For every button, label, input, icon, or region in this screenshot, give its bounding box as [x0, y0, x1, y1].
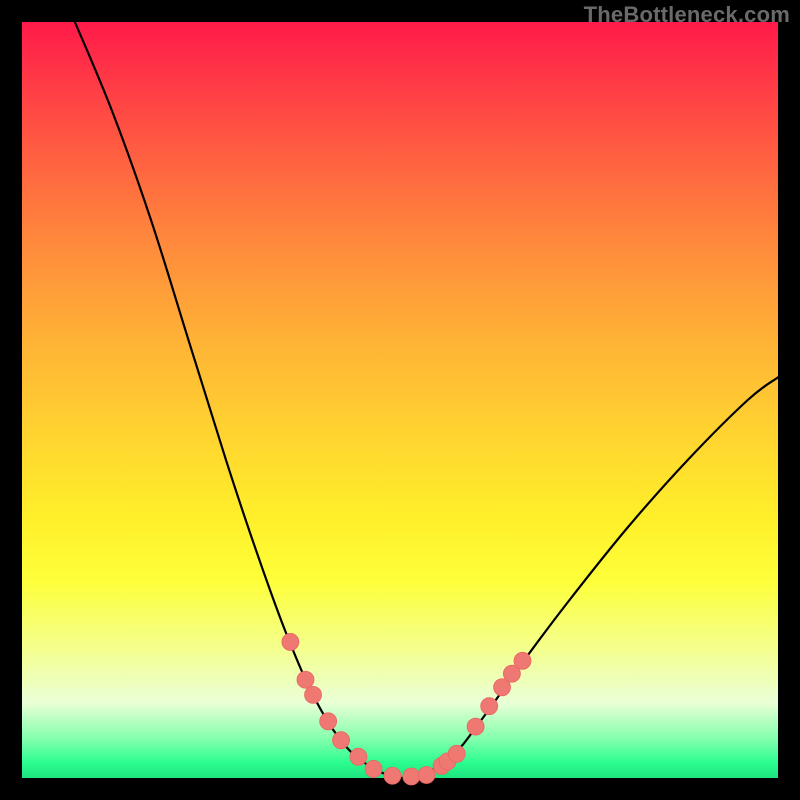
curve-marker [297, 671, 314, 688]
curve-marker [333, 732, 350, 749]
left-curve-line [75, 22, 400, 778]
curve-marker [403, 768, 420, 785]
curve-marker [282, 633, 299, 650]
curve-marker [305, 686, 322, 703]
curve-marker [350, 748, 367, 765]
watermark-text: TheBottleneck.com [584, 2, 790, 28]
curve-marker [467, 718, 484, 735]
curve-marker [514, 652, 531, 669]
right-curve-line [400, 377, 778, 778]
curve-marker [365, 760, 382, 777]
curve-marker [481, 698, 498, 715]
curve-marker [448, 745, 465, 762]
bottleneck-chart [22, 22, 778, 778]
curve-marker [320, 713, 337, 730]
curve-markers [282, 633, 531, 785]
curve-marker [418, 766, 435, 783]
curve-marker [384, 767, 401, 784]
